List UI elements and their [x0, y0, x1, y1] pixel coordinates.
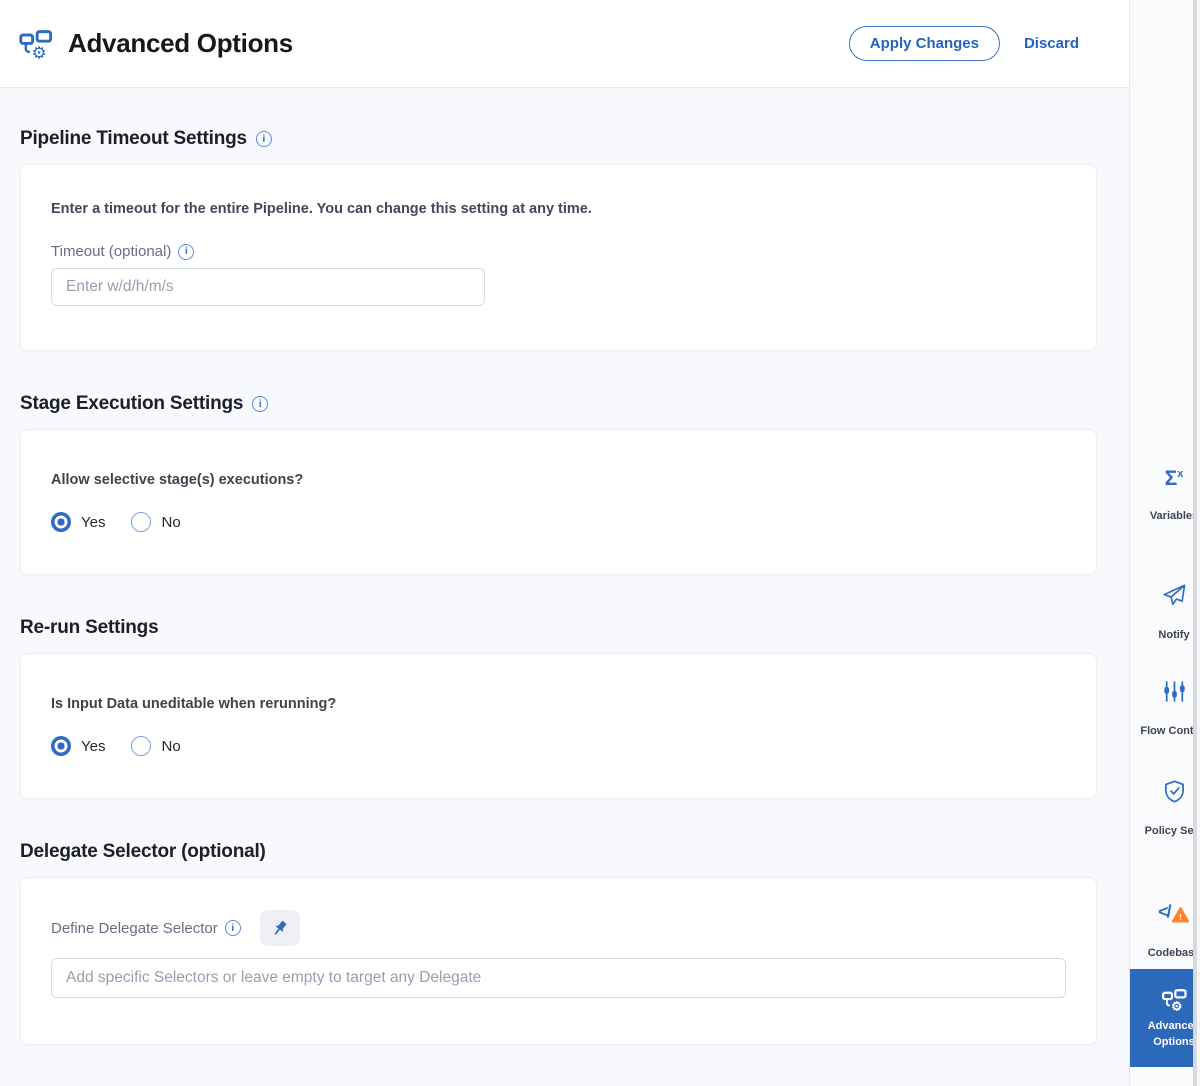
sliders-icon — [1130, 679, 1193, 704]
timeout-card: Enter a timeout for the entire Pipeline.… — [20, 164, 1097, 351]
apply-changes-button[interactable]: Apply Changes — [849, 26, 1000, 61]
main-column: ⚙ Advanced Options Apply Changes Discard… — [0, 0, 1129, 1086]
sidebar-item-label: Codebase — [1130, 946, 1193, 962]
section-heading-stage-execution: Stage Execution Settings — [20, 393, 243, 415]
radio-option-yes[interactable]: Yes — [51, 512, 105, 532]
radio-unselected-icon[interactable] — [131, 512, 151, 532]
sidebar-item-label: Policy Sets — [1130, 824, 1193, 840]
rerun-question: Is Input Data uneditable when rerunning? — [51, 696, 1066, 712]
sidebar-item-codebase[interactable]: </ ! Codebase — [1130, 882, 1193, 978]
radio-option-yes[interactable]: Yes — [51, 736, 105, 756]
title-wrap: ⚙ Advanced Options — [18, 26, 293, 62]
stage-execution-card: Allow selective stage(s) executions? Yes… — [20, 429, 1097, 575]
sidebar-item-policy-sets[interactable]: Policy Sets — [1130, 763, 1193, 856]
info-icon[interactable] — [178, 244, 194, 260]
right-nav-rail: Σx Variables Notify Flow Contr — [1129, 0, 1193, 1086]
sidebar-item-notify[interactable]: Notify — [1130, 566, 1193, 660]
content-area: Pipeline Timeout Settings Enter a timeou… — [0, 88, 1129, 1086]
timeout-description: Enter a timeout for the entire Pipeline.… — [51, 201, 1066, 217]
info-icon[interactable] — [256, 131, 272, 147]
radio-label: Yes — [81, 738, 105, 755]
radio-label: Yes — [81, 514, 105, 531]
sidebar-item-label: Flow Control — [1130, 724, 1193, 740]
delegate-selector-input[interactable] — [51, 958, 1066, 998]
stage-execution-radio-group: Yes No — [51, 512, 1066, 532]
delegate-label-row: Define Delegate Selector — [51, 910, 1066, 946]
section-heading-delegate: Delegate Selector (optional) — [20, 841, 266, 863]
section-heading-row: Re-run Settings — [20, 617, 1097, 639]
panel-header: ⚙ Advanced Options Apply Changes Discard — [0, 0, 1129, 88]
sidebar-item-label: Variables — [1130, 509, 1193, 525]
pipeline-gear-icon: ⚙ — [1161, 986, 1188, 1013]
stage-execution-question: Allow selective stage(s) executions? — [51, 472, 1066, 488]
section-heading-rerun: Re-run Settings — [20, 617, 158, 639]
radio-unselected-icon[interactable] — [131, 736, 151, 756]
info-icon[interactable] — [252, 396, 268, 412]
radio-selected-icon[interactable] — [51, 512, 71, 532]
paper-plane-icon — [1130, 582, 1193, 608]
delegate-field-label: Define Delegate Selector — [51, 920, 218, 937]
svg-text:!: ! — [1179, 912, 1182, 922]
radio-option-no[interactable]: No — [131, 512, 180, 532]
sigma-x-icon: Σx — [1130, 468, 1193, 489]
timeout-label-row: Timeout (optional) — [51, 243, 1066, 260]
sidebar-item-label: Advanced Options — [1130, 1019, 1193, 1051]
section-heading-timeout: Pipeline Timeout Settings — [20, 128, 247, 150]
page-title: Advanced Options — [68, 28, 293, 59]
vertical-scrollbar[interactable] — [1193, 0, 1200, 1086]
pipeline-gear-icon: ⚙ — [18, 26, 54, 62]
svg-text:⚙: ⚙ — [32, 43, 47, 61]
rerun-card: Is Input Data uneditable when rerunning?… — [20, 653, 1097, 799]
radio-label: No — [161, 738, 180, 755]
radio-label: No — [161, 514, 180, 531]
discard-button[interactable]: Discard — [1024, 35, 1079, 52]
sidebar-item-advanced-options[interactable]: ⚙ Advanced Options — [1130, 969, 1193, 1067]
svg-text:</: </ — [1158, 902, 1171, 922]
header-actions: Apply Changes Discard — [849, 26, 1079, 61]
svg-text:⚙: ⚙ — [1171, 999, 1182, 1013]
delegate-card: Define Delegate Selector — [20, 877, 1097, 1045]
radio-option-no[interactable]: No — [131, 736, 180, 756]
sidebar-item-label: Notify — [1130, 628, 1193, 644]
code-warning-icon: </ ! — [1130, 898, 1193, 926]
section-heading-row: Stage Execution Settings — [20, 393, 1097, 415]
section-heading-row: Delegate Selector (optional) — [20, 841, 1097, 863]
radio-selected-icon[interactable] — [51, 736, 71, 756]
shield-check-icon — [1130, 779, 1193, 804]
sidebar-item-flow-control[interactable]: Flow Control — [1130, 663, 1193, 756]
pushpin-icon — [271, 919, 289, 937]
timeout-field-label: Timeout (optional) — [51, 243, 171, 260]
timeout-input[interactable] — [51, 268, 485, 306]
advanced-options-panel: ⚙ Advanced Options Apply Changes Discard… — [0, 0, 1200, 1086]
info-icon[interactable] — [225, 920, 241, 936]
pin-button[interactable] — [260, 910, 300, 946]
sidebar-item-variables[interactable]: Σx Variables — [1130, 452, 1193, 541]
section-heading-row: Pipeline Timeout Settings — [20, 128, 1097, 150]
rerun-radio-group: Yes No — [51, 736, 1066, 756]
